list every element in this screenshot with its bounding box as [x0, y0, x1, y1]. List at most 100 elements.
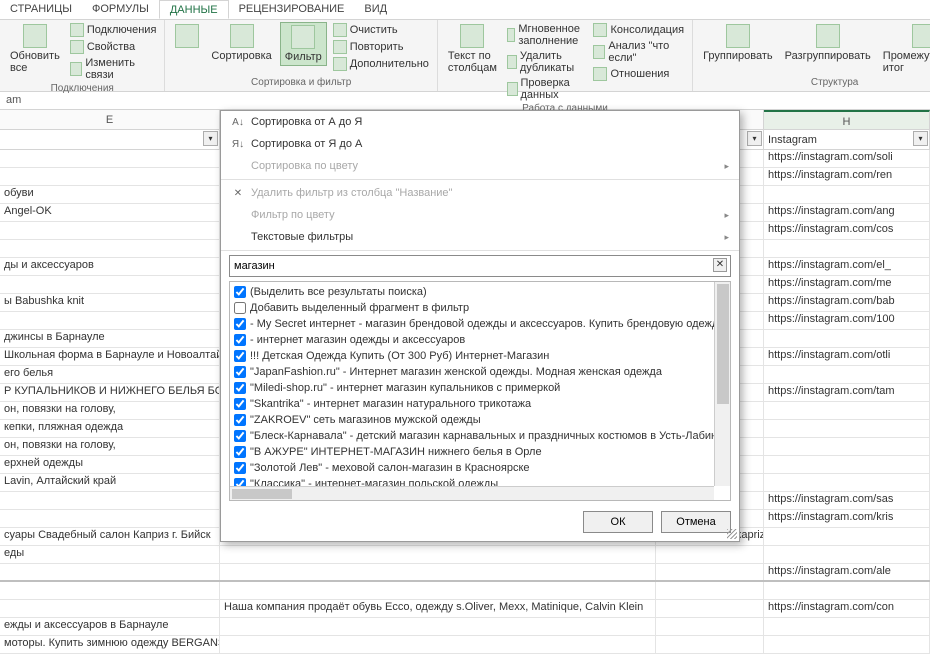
cell[interactable]: Р КУПАЛЬНИКОВ И НИЖНЕГО БЕЛЬЯ БОЛЬШ	[0, 384, 220, 401]
cell[interactable]: его белья	[0, 366, 220, 383]
filter-value-item[interactable]: - интернет магазин одежды и аксессуаров	[232, 332, 728, 348]
filter-checkbox[interactable]	[234, 414, 246, 426]
cell[interactable]	[0, 564, 220, 580]
cell[interactable]: он, повязки на голову,	[0, 438, 220, 455]
sort-descending-item[interactable]: Я↓Сортировка от Я до А	[221, 133, 739, 155]
cell[interactable]	[764, 330, 930, 347]
filter-dropdown-icon[interactable]: ▾	[203, 131, 218, 146]
cell[interactable]: ды и аксессуаров	[0, 258, 220, 275]
filter-value-item[interactable]: "Золотой Лев" - меховой салон-магазин в …	[232, 460, 728, 476]
tab-formulas[interactable]: ФОРМУЛЫ	[82, 0, 159, 19]
data-validation-button[interactable]: Проверка данных	[505, 76, 588, 102]
cell[interactable]: ежды и аксессуаров в Барнауле	[0, 618, 220, 635]
cell[interactable]	[0, 582, 220, 599]
filter-value-item[interactable]: - My Secret интернет - магазин брендовой…	[232, 316, 728, 332]
cell[interactable]	[764, 240, 930, 257]
cell[interactable]	[656, 600, 764, 617]
cell[interactable]	[0, 240, 220, 257]
filter-value-item[interactable]: "Miledi-shop.ru" - интернет магазин купа…	[232, 380, 728, 396]
clear-search-icon[interactable]: ✕	[713, 258, 727, 272]
remove-duplicates-button[interactable]: Удалить дубликаты	[505, 49, 588, 75]
cell[interactable]	[0, 276, 220, 293]
table-row[interactable]	[0, 582, 930, 600]
cell[interactable]: кепки, пляжная одежда	[0, 420, 220, 437]
filter-search-input[interactable]	[229, 255, 731, 277]
filter-value-item[interactable]: "Skantrika" - интернет магазин натуральн…	[232, 396, 728, 412]
cell[interactable]	[764, 474, 930, 491]
cell[interactable]	[0, 222, 220, 239]
cell[interactable]	[764, 438, 930, 455]
cell[interactable]: джинсы в Барнауле	[0, 330, 220, 347]
what-if-button[interactable]: Анализ "что если"	[591, 39, 686, 65]
cell[interactable]	[220, 636, 656, 653]
filter-checkbox[interactable]	[234, 350, 246, 362]
add-selection-item[interactable]: Добавить выделенный фрагмент в фильтр	[232, 300, 728, 316]
cell[interactable]: Lavin, Алтайский край	[0, 474, 220, 491]
filter-checkbox[interactable]	[234, 286, 246, 298]
cell[interactable]: еды	[0, 546, 220, 563]
cell[interactable]	[0, 312, 220, 329]
cell[interactable]	[764, 636, 930, 653]
cell[interactable]: https://instagram.com/ale	[764, 564, 930, 580]
relationships-button[interactable]: Отношения	[591, 66, 686, 82]
cell[interactable]: Наша компания продаёт обувь Ecco, одежду…	[220, 600, 656, 617]
cell[interactable]: https://instagram.com/cos	[764, 222, 930, 239]
cell[interactable]: обуви	[0, 186, 220, 203]
filter-checkbox[interactable]	[234, 430, 246, 442]
sort-by-color-item[interactable]: Сортировка по цвету▸	[221, 155, 739, 177]
cell[interactable]	[656, 636, 764, 653]
cell[interactable]	[220, 582, 656, 599]
sort-az-button[interactable]	[171, 22, 203, 52]
cell[interactable]: ерхней одежды	[0, 456, 220, 473]
filter-dropdown-icon[interactable]: ▾	[747, 131, 762, 146]
cell[interactable]: https://instagram.com/ren	[764, 168, 930, 185]
filter-checkbox[interactable]	[234, 318, 246, 330]
filter-button[interactable]: Фильтр	[280, 22, 327, 66]
cell[interactable]: https://instagram.com/ang	[764, 204, 930, 221]
resize-handle-icon[interactable]	[727, 529, 737, 539]
properties-button[interactable]: Свойства	[68, 39, 159, 55]
text-filters-item[interactable]: Текстовые фильтры▸	[221, 226, 739, 248]
table-row[interactable]: https://instagram.com/ale	[0, 564, 930, 582]
table-row[interactable]: Наша компания продаёт обувь Ecco, одежду…	[0, 600, 930, 618]
cell[interactable]: https://instagram.com/bab	[764, 294, 930, 311]
cell[interactable]	[220, 564, 656, 580]
tab-data[interactable]: ДАННЫЕ	[159, 0, 229, 19]
cell[interactable]	[220, 618, 656, 635]
table-row[interactable]: еды	[0, 546, 930, 564]
cell[interactable]	[764, 456, 930, 473]
cell[interactable]: https://instagram.com/me	[764, 276, 930, 293]
ok-button[interactable]: ОК	[583, 511, 653, 533]
scrollbar-vertical[interactable]	[714, 282, 730, 486]
header-cell-name[interactable]: ▾	[0, 130, 220, 149]
filter-value-item[interactable]: !!! Детская Одежда Купить (От 300 Руб) И…	[232, 348, 728, 364]
cell[interactable]: суары Свадебный салон Каприз г. Бийск	[0, 528, 220, 545]
filter-value-item[interactable]: "JapanFashion.ru" - Интернет магазин жен…	[232, 364, 728, 380]
cell[interactable]	[656, 546, 764, 563]
cell[interactable]: моторы. Купить зимнюю одежду BERGANS, CA…	[0, 636, 220, 653]
cell[interactable]	[764, 366, 930, 383]
text-to-columns-button[interactable]: Текст по столбцам	[444, 22, 501, 76]
cell[interactable]	[0, 492, 220, 509]
consolidate-button[interactable]: Консолидация	[591, 22, 686, 38]
reapply-button[interactable]: Повторить	[331, 39, 431, 55]
sort-button[interactable]: Сортировка	[207, 22, 275, 64]
cell[interactable]	[0, 168, 220, 185]
tab-page-layout[interactable]: СТРАНИЦЫ	[0, 0, 82, 19]
connections-button[interactable]: Подключения	[68, 22, 159, 38]
cell[interactable]: https://instagram.com/el_	[764, 258, 930, 275]
select-all-item[interactable]: (Выделить все результаты поиска)	[232, 284, 728, 300]
refresh-all-button[interactable]: Обновить все	[6, 22, 64, 76]
cell[interactable]	[764, 618, 930, 635]
cell[interactable]: https://instagram.com/sas	[764, 492, 930, 509]
ungroup-button[interactable]: Разгруппировать	[781, 22, 875, 64]
cell[interactable]	[764, 420, 930, 437]
cell[interactable]	[764, 528, 930, 545]
cancel-button[interactable]: Отмена	[661, 511, 731, 533]
clear-filter-button[interactable]: Очистить	[331, 22, 431, 38]
filter-checkbox[interactable]	[234, 398, 246, 410]
cell[interactable]	[0, 150, 220, 167]
cell[interactable]	[764, 186, 930, 203]
advanced-filter-button[interactable]: Дополнительно	[331, 56, 431, 72]
cell[interactable]	[764, 402, 930, 419]
